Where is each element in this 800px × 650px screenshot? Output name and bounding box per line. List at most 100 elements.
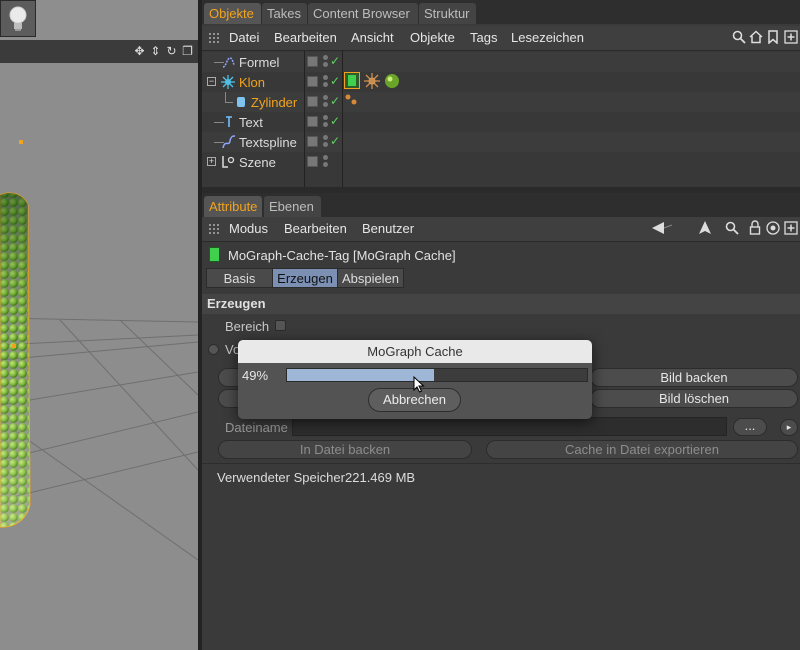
- tab-attribute[interactable]: Attribute: [204, 196, 262, 217]
- layer-icon[interactable]: [307, 136, 318, 147]
- objects-menubar: Datei Bearbeiten Ansicht Objekte Tags Le…: [202, 26, 800, 51]
- object-name[interactable]: Textspline: [239, 135, 297, 150]
- visibility-dots-icon[interactable]: [323, 135, 329, 149]
- maximize-icon[interactable]: ❐: [181, 45, 194, 58]
- subtab-abspielen[interactable]: Abspielen: [337, 268, 404, 288]
- mograph-cache-tag-icon[interactable]: [344, 72, 360, 89]
- object-row-szene[interactable]: + Szene: [202, 152, 800, 172]
- tab-objekte[interactable]: Objekte: [204, 3, 261, 24]
- menu-datei[interactable]: Datei: [229, 30, 259, 45]
- lock-icon[interactable]: [749, 220, 761, 235]
- group-header: Erzeugen: [202, 294, 800, 314]
- attributes-menubar: Modus Bearbeiten Benutzer: [202, 217, 800, 242]
- divider: [202, 463, 800, 464]
- tag-title: MoGraph-Cache-Tag [MoGraph Cache]: [228, 248, 456, 263]
- layer-icon[interactable]: [307, 156, 318, 167]
- progress-percent: 49%: [242, 368, 269, 383]
- grip-icon: [208, 223, 220, 235]
- object-row-text[interactable]: Text: [202, 112, 800, 132]
- target-icon[interactable]: [766, 221, 780, 235]
- menu-objekte[interactable]: Objekte: [410, 30, 455, 45]
- menu-benutzer[interactable]: Benutzer: [362, 221, 414, 236]
- visibility-dots-icon[interactable]: [323, 115, 329, 129]
- back-arrow-icon[interactable]: [652, 222, 672, 234]
- enabled-check-icon[interactable]: ✓: [330, 74, 340, 88]
- object-row-textspline[interactable]: Textspline: [202, 132, 800, 152]
- group-title: Erzeugen: [207, 296, 266, 311]
- filename-label: Dateiname: [225, 420, 288, 435]
- move-icon[interactable]: ✥: [133, 45, 146, 58]
- search-icon[interactable]: [725, 221, 739, 235]
- bereich-checkbox[interactable]: [275, 320, 286, 331]
- enabled-check-icon[interactable]: ✓: [330, 114, 340, 128]
- objects-tabbar: Objekte Takes Content Browser Struktur: [202, 0, 800, 24]
- tab-takes[interactable]: Takes: [262, 3, 307, 24]
- object-row-klon[interactable]: − Klon: [202, 72, 800, 92]
- menu-bearbeiten[interactable]: Bearbeiten: [284, 221, 347, 236]
- radio-button[interactable]: [208, 344, 219, 355]
- text-object-icon: [226, 116, 232, 127]
- subtab-erzeugen[interactable]: Erzeugen: [272, 268, 338, 288]
- bake-to-file-button[interactable]: In Datei backen: [218, 440, 472, 459]
- menu-bearbeiten[interactable]: Bearbeiten: [274, 30, 337, 45]
- tag-title-row: MoGraph-Cache-Tag [MoGraph Cache]: [202, 244, 800, 266]
- search-icon[interactable]: [732, 30, 746, 44]
- object-row-formel[interactable]: Formel: [202, 52, 800, 72]
- bake-frame-button[interactable]: Bild backen: [590, 368, 798, 387]
- layer-icon[interactable]: [307, 56, 318, 67]
- object-name[interactable]: Formel: [239, 55, 279, 70]
- home-icon[interactable]: [749, 30, 763, 44]
- browse-button[interactable]: ...: [733, 418, 767, 436]
- layer-icon[interactable]: [307, 116, 318, 127]
- tab-ebenen[interactable]: Ebenen: [264, 196, 321, 217]
- subtab-basis[interactable]: Basis: [206, 268, 273, 288]
- object-row-zylinder[interactable]: Zylinder: [202, 92, 800, 112]
- visibility-dots-icon[interactable]: [323, 155, 329, 169]
- object-name[interactable]: Text: [239, 115, 263, 130]
- object-name[interactable]: Zylinder: [251, 95, 297, 110]
- material-tag-icon[interactable]: [384, 73, 400, 89]
- visibility-dots-icon[interactable]: [323, 95, 329, 109]
- mograph-cache-dialog: MoGraph Cache 49% Abbrechen: [238, 340, 592, 419]
- filename-input[interactable]: [292, 417, 727, 436]
- enabled-check-icon[interactable]: ✓: [330, 134, 340, 148]
- collapse-toggle-icon[interactable]: −: [207, 77, 216, 86]
- column-separator: [342, 51, 343, 187]
- expand-toggle-icon[interactable]: +: [207, 157, 216, 166]
- grip-icon: [208, 32, 220, 44]
- object-tree[interactable]: Formel − Klon Zylinder Text Textspline +…: [202, 51, 800, 187]
- object-name[interactable]: Klon: [239, 75, 265, 90]
- viewport-scene: [0, 63, 198, 650]
- menu-ansicht[interactable]: Ansicht: [351, 30, 394, 45]
- visibility-dots-icon[interactable]: [323, 55, 329, 69]
- layer-icon[interactable]: [307, 96, 318, 107]
- visibility-dots-icon[interactable]: [323, 75, 329, 89]
- tab-content-browser[interactable]: Content Browser: [308, 3, 418, 24]
- export-cache-button[interactable]: Cache in Datei exportieren: [486, 440, 798, 459]
- tab-struktur[interactable]: Struktur: [419, 3, 476, 24]
- bookmark-icon[interactable]: [766, 30, 780, 44]
- rotate-icon[interactable]: ↻: [165, 45, 178, 58]
- column-separator: [304, 51, 305, 187]
- viewport-nav-icons: ✥ ⇕ ↻ ❐: [133, 45, 194, 58]
- enabled-check-icon[interactable]: ✓: [330, 94, 340, 108]
- memory-value: 221.469 MB: [345, 470, 416, 485]
- viewport[interactable]: ✥ ⇕ ↻ ❐: [0, 0, 198, 650]
- up-arrow-icon[interactable]: [699, 221, 711, 235]
- new-panel-icon[interactable]: [784, 30, 798, 44]
- cloner-icon: [221, 75, 235, 89]
- effector-tag-icon[interactable]: [364, 73, 380, 89]
- menu-lesezeichen[interactable]: Lesezeichen: [511, 30, 584, 45]
- dialog-title: MoGraph Cache: [238, 340, 592, 363]
- file-arrow-button[interactable]: ▸: [780, 419, 798, 436]
- object-name[interactable]: Szene: [239, 155, 276, 170]
- phong-tag-icon[interactable]: [344, 93, 358, 107]
- delete-frame-button[interactable]: Bild löschen: [590, 389, 798, 408]
- layer-icon[interactable]: [307, 76, 318, 87]
- menu-modus[interactable]: Modus: [229, 221, 268, 236]
- dolly-icon[interactable]: ⇕: [149, 45, 162, 58]
- new-panel-icon[interactable]: [784, 221, 798, 235]
- menu-tags[interactable]: Tags: [470, 30, 497, 45]
- enabled-check-icon[interactable]: ✓: [330, 54, 340, 68]
- lightbulb-button[interactable]: [0, 0, 36, 37]
